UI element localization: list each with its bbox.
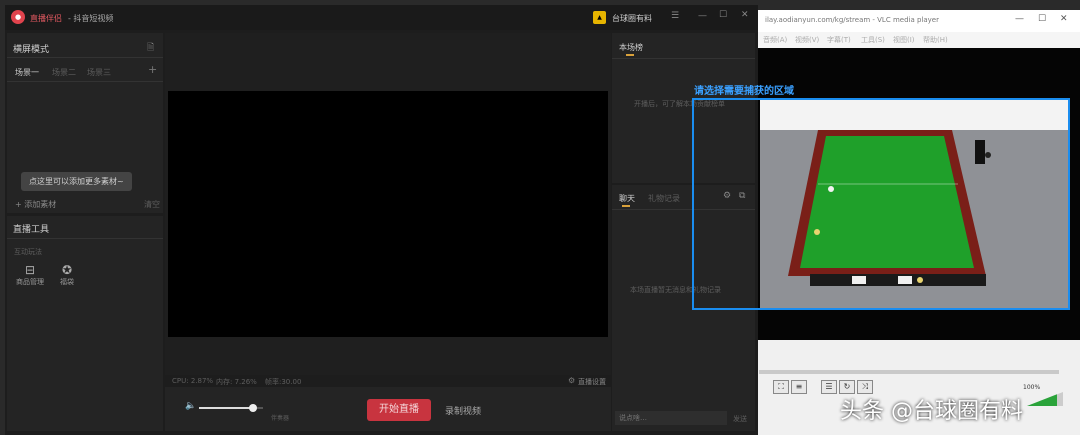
user-name: 台球圈有料 [612,14,652,23]
gift-star-icon: ✪ [61,263,73,277]
vlc-maximize-button[interactable]: ☐ [1038,14,1046,24]
save-icon[interactable]: 🗎 [147,40,154,56]
vlc-menu-help[interactable]: 帮助(H) [923,35,948,45]
vlc-title: ilay.aodianyun.com/kg/stream - VLC media… [765,16,939,24]
live-tools-title: 直播工具 [13,225,50,235]
shuffle-icon[interactable]: ⤨ [857,380,873,394]
app-subtitle: - 抖音短视频 [68,14,114,23]
send-button[interactable]: 发送 [733,414,747,424]
vlc-menu-audio[interactable]: 音频(A) [763,35,787,45]
tab-scene-3[interactable]: 场景三 [87,67,111,78]
add-material-button[interactable]: + 添加素材 [15,199,56,210]
vlc-minimize-button[interactable]: — [1015,14,1024,24]
user-avatar[interactable]: ▲ [593,11,606,24]
preview-container: CPU: 2.87% 内存: 7.26% 帧率:30.00 ⚙ 直播设置 [165,33,611,386]
vlc-volume-slider[interactable] [1027,392,1063,406]
capture-region-selector[interactable] [692,98,1070,310]
live-companion-window: ● 直播伴侣 - 抖音短视频 ▲ 台球圈有料 ☰ — ☐ ✕ 横屏模式 🗎 场景… [5,5,758,435]
product-management-label: 商品管理 [16,278,44,286]
vlc-menu-subtitle[interactable]: 字幕(T) [827,35,851,45]
minimize-button[interactable]: — [698,11,707,21]
extended-settings-icon[interactable]: ≡ [791,380,807,394]
app-logo-icon: ● [11,10,25,24]
fullscreen-icon[interactable]: ⛶ [773,380,789,394]
start-live-button[interactable]: 开始直播 [367,399,431,421]
live-tools-panel: 直播工具 互动玩法 ⊟ 商品管理 ✪ 福袋 [7,216,163,431]
menu-icon[interactable]: ☰ [671,11,679,21]
volume-slider-knob[interactable] [249,404,258,412]
interaction-label: 互动玩法 [14,248,42,256]
vlc-menu-view[interactable]: 视图(I) [893,35,915,45]
product-management-tool[interactable]: ⊟ 商品管理 [15,263,45,287]
capture-instruction: 请选择需要捕获的区域 [694,86,794,97]
tab-chat[interactable]: 聊天 [619,193,635,204]
vlc-volume-percent: 100% [1023,384,1041,391]
vlc-seek-bar[interactable] [759,370,1059,374]
preview-canvas[interactable] [168,91,608,337]
ranking-tab-indicator [626,54,634,56]
tab-scene-1[interactable]: 场景一 [15,67,39,78]
bottom-control-bar: 🔈 伴奏器 开始直播 录制视频 [165,387,611,431]
vlc-menu-tools[interactable]: 工具(S) [861,35,885,45]
scene-panel: 横屏模式 🗎 场景一 场景二 场景三 + 点这里可以添加更多素材~ + 添加素材… [7,33,163,213]
store-icon: ⊟ [24,263,36,277]
fps-stat: 帧率:30.00 [265,378,302,386]
watermark: 头条 @台球圈有料 [840,399,1023,424]
add-scene-icon[interactable]: + [148,63,157,76]
live-settings-button[interactable]: 直播设置 [578,377,606,387]
chat-input[interactable] [615,411,727,425]
vlc-menu-video[interactable]: 视频(V) [795,35,819,45]
lucky-bag-label: 福袋 [60,278,74,286]
close-button[interactable]: ✕ [741,10,749,20]
add-material-tooltip: 点这里可以添加更多素材~ [21,172,132,191]
settings-icon[interactable]: ⚙ [568,376,575,385]
vlc-close-button[interactable]: ✕ [1060,14,1068,24]
lucky-bag-tool[interactable]: ✪ 福袋 [55,263,79,287]
layout-mode-title: 横屏模式 [13,45,50,55]
chat-tab-indicator [622,205,630,207]
tab-ranking[interactable]: 本场榜 [619,42,643,53]
tab-scene-2[interactable]: 场景二 [52,67,76,78]
cpu-stat: CPU: 2.87% [172,377,214,385]
clear-button[interactable]: 清空 [144,199,160,210]
app-name: 直播伴侣 [30,14,62,23]
loop-icon[interactable]: ↻ [839,380,855,394]
record-video-button[interactable]: 录制视频 [445,404,481,417]
accompaniment-label: 伴奏器 [271,415,290,422]
maximize-button[interactable]: ☐ [719,10,727,20]
playlist-icon[interactable]: ☰ [821,380,837,394]
speaker-icon[interactable]: 🔈 [185,401,196,411]
tab-gift-records[interactable]: 礼物记录 [648,193,680,204]
memory-stat: 内存: 7.26% [216,378,257,386]
